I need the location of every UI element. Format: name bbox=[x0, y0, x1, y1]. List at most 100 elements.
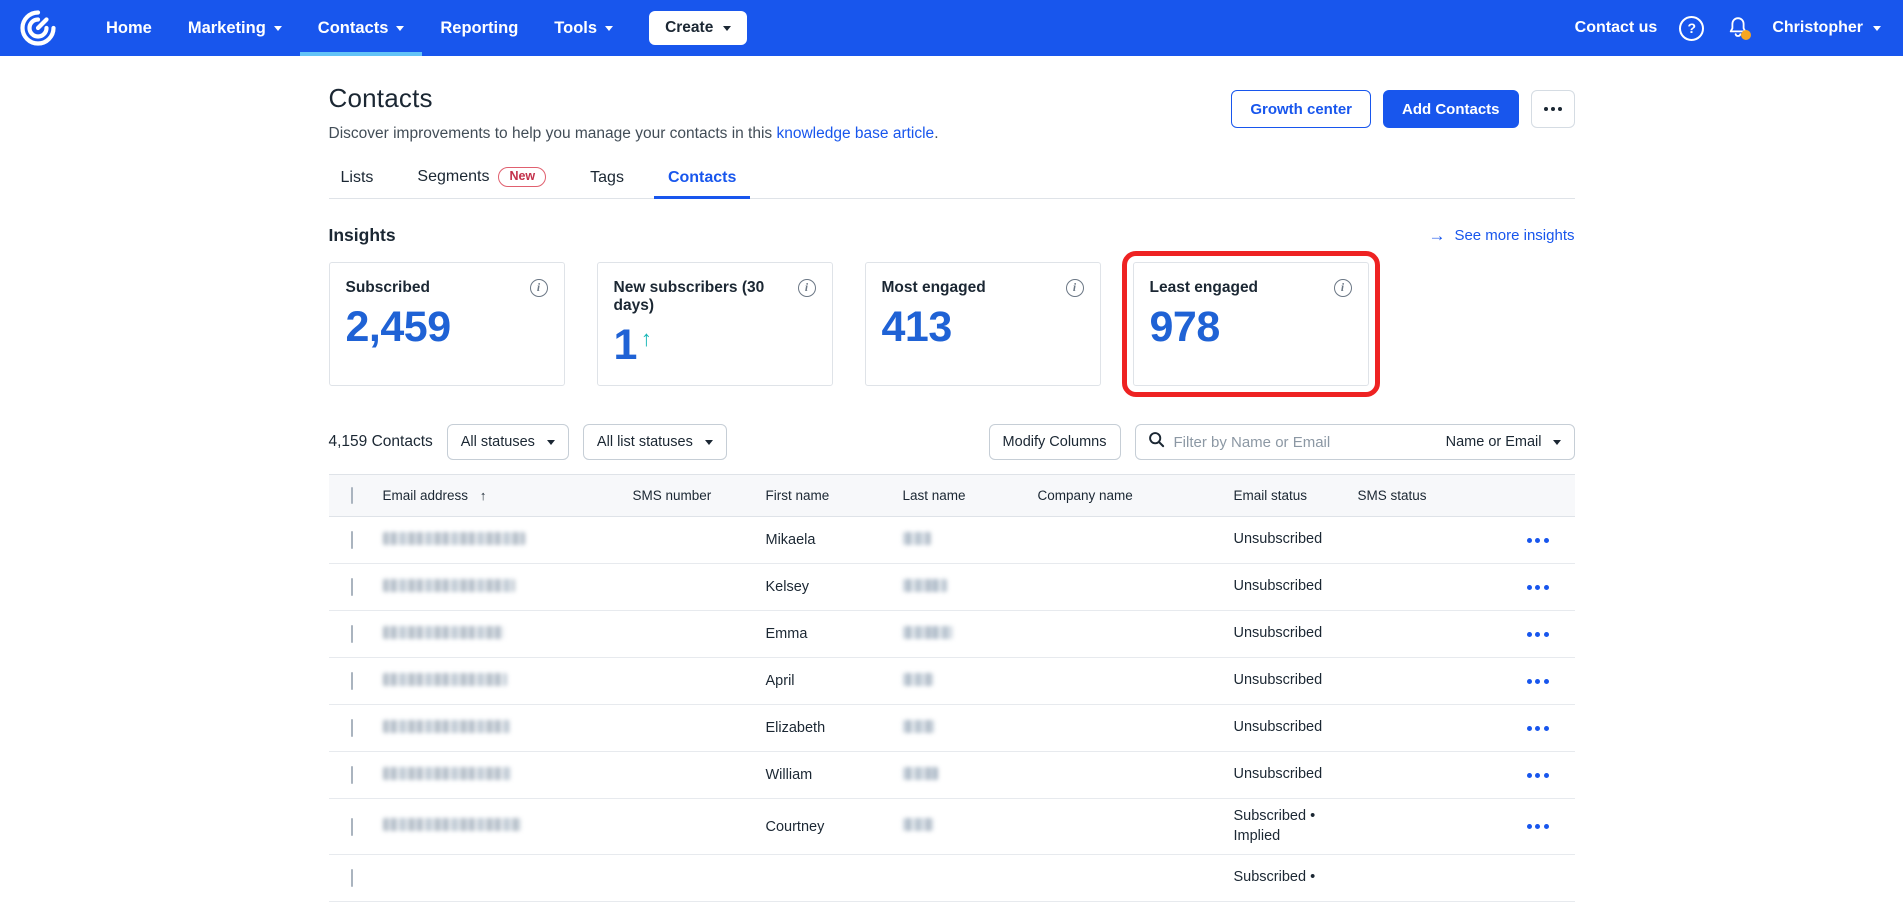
info-icon[interactable]: i bbox=[798, 279, 816, 297]
info-icon[interactable]: i bbox=[530, 279, 548, 297]
cell-first-name: William bbox=[766, 767, 903, 783]
column-header-label: Email address bbox=[383, 488, 469, 503]
user-menu[interactable]: Christopher bbox=[1772, 19, 1881, 37]
page-subtitle: Discover improvements to help you manage… bbox=[329, 125, 939, 143]
cell-row-actions bbox=[1488, 773, 1575, 778]
row-checkbox[interactable] bbox=[351, 672, 353, 690]
tab-label: Lists bbox=[341, 169, 374, 187]
row-select-cell bbox=[329, 579, 383, 595]
row-select-cell bbox=[329, 819, 383, 835]
cell-email-address bbox=[383, 673, 633, 690]
column-header-email-address[interactable]: Email address ↑ bbox=[383, 488, 633, 503]
ellipsis-icon bbox=[1544, 107, 1548, 111]
table-row[interactable]: MikaelaUnsubscribed bbox=[329, 517, 1575, 564]
nav-item-label: Marketing bbox=[188, 19, 266, 38]
content-container: Contacts Discover improvements to help y… bbox=[329, 56, 1575, 902]
more-actions-button[interactable] bbox=[1531, 90, 1575, 128]
bell-icon[interactable] bbox=[1726, 15, 1750, 41]
contact-us-link[interactable]: Contact us bbox=[1575, 19, 1658, 37]
insight-card-subscribed[interactable]: Subscribed i 2,459 bbox=[329, 262, 565, 386]
card-top: Most engaged i bbox=[882, 279, 1084, 297]
nav-item-home[interactable]: Home bbox=[88, 0, 170, 56]
see-more-insights-link[interactable]: → See more insights bbox=[1428, 227, 1574, 244]
select-all-checkbox[interactable] bbox=[351, 487, 353, 504]
row-actions-ellipsis-icon[interactable] bbox=[1527, 824, 1549, 829]
redacted-last-name-value bbox=[903, 720, 934, 733]
list-status-filter-dropdown[interactable]: All list statuses bbox=[583, 424, 727, 460]
add-contacts-button[interactable]: Add Contacts bbox=[1383, 90, 1519, 128]
column-header-email-status[interactable]: Email status bbox=[1234, 488, 1358, 503]
row-actions-ellipsis-icon[interactable] bbox=[1527, 679, 1549, 684]
cell-last-name bbox=[903, 626, 1038, 643]
table-row[interactable]: WilliamUnsubscribed bbox=[329, 752, 1575, 799]
column-header-last-name[interactable]: Last name bbox=[903, 488, 1038, 503]
cell-email-address bbox=[383, 626, 633, 643]
tab-tags[interactable]: Tags bbox=[576, 169, 638, 198]
nav-item-reporting[interactable]: Reporting bbox=[422, 0, 536, 56]
column-header-first-name[interactable]: First name bbox=[766, 488, 903, 503]
growth-center-button[interactable]: Growth center bbox=[1231, 90, 1371, 128]
knowledge-base-article-link[interactable]: knowledge base article bbox=[777, 125, 935, 142]
row-actions-ellipsis-icon[interactable] bbox=[1527, 726, 1549, 731]
info-icon[interactable]: i bbox=[1066, 279, 1084, 297]
search-field-wrapper[interactable]: Name or Email bbox=[1135, 424, 1575, 460]
chevron-down-icon bbox=[1553, 440, 1561, 445]
column-header-sms-status[interactable]: SMS status bbox=[1358, 488, 1488, 503]
constant-contact-logo-icon[interactable] bbox=[18, 8, 58, 48]
help-icon[interactable]: ? bbox=[1679, 16, 1704, 41]
status-filter-dropdown[interactable]: All statuses bbox=[447, 424, 569, 460]
redacted-email-value bbox=[383, 626, 504, 639]
tab-contacts[interactable]: Contacts bbox=[654, 169, 750, 198]
row-checkbox[interactable] bbox=[351, 719, 353, 737]
insight-card-label: Least engaged bbox=[1150, 279, 1259, 297]
redacted-last-name-value bbox=[903, 579, 947, 592]
nav-item-marketing[interactable]: Marketing bbox=[170, 0, 300, 56]
redacted-last-name-value bbox=[903, 767, 938, 780]
tab-segments[interactable]: Segments New bbox=[403, 167, 560, 199]
chevron-down-icon bbox=[396, 26, 404, 31]
create-button[interactable]: Create bbox=[649, 11, 747, 45]
list-status-filter-value: All list statuses bbox=[597, 434, 693, 450]
row-checkbox[interactable] bbox=[351, 578, 353, 596]
nav-item-tools[interactable]: Tools bbox=[536, 0, 631, 56]
row-checkbox[interactable] bbox=[351, 531, 353, 549]
table-row[interactable]: EmmaUnsubscribed bbox=[329, 611, 1575, 658]
status-filter-value: All statuses bbox=[461, 434, 535, 450]
chevron-down-icon bbox=[723, 26, 731, 31]
table-row[interactable]: CourtneySubscribed •Implied bbox=[329, 799, 1575, 855]
table-row[interactable]: KelseyUnsubscribed bbox=[329, 564, 1575, 611]
search-scope-dropdown[interactable]: Name or Email bbox=[1446, 434, 1561, 450]
insight-card-least-engaged[interactable]: Least engaged i 978 bbox=[1133, 262, 1369, 386]
info-icon[interactable]: i bbox=[1334, 279, 1352, 297]
table-row[interactable]: Subscribed • bbox=[329, 855, 1575, 902]
search-input[interactable] bbox=[1174, 434, 1437, 451]
cell-first-name: Courtney bbox=[766, 819, 903, 835]
row-checkbox[interactable] bbox=[351, 869, 353, 887]
nav-item-contacts[interactable]: Contacts bbox=[300, 0, 423, 56]
table-row[interactable]: AprilUnsubscribed bbox=[329, 658, 1575, 705]
row-checkbox[interactable] bbox=[351, 625, 353, 643]
row-actions-ellipsis-icon[interactable] bbox=[1527, 585, 1549, 590]
insight-card-new-subscribers[interactable]: New subscribers (30 days) i 1 ↑ bbox=[597, 262, 833, 386]
redacted-email-value bbox=[383, 818, 521, 831]
tab-lists[interactable]: Lists bbox=[327, 169, 388, 198]
table-row[interactable]: ElizabethUnsubscribed bbox=[329, 705, 1575, 752]
nav-item-label: Contacts bbox=[318, 19, 389, 38]
row-actions-ellipsis-icon[interactable] bbox=[1527, 632, 1549, 637]
page-body: Contacts Discover improvements to help y… bbox=[0, 56, 1903, 902]
table-header-row: Email address ↑ SMS number First name La… bbox=[329, 475, 1575, 517]
insights-title: Insights bbox=[329, 225, 396, 246]
cell-last-name bbox=[903, 532, 1038, 549]
column-header-company-name[interactable]: Company name bbox=[1038, 488, 1234, 503]
modify-columns-button[interactable]: Modify Columns bbox=[989, 424, 1121, 460]
column-header-sms-number[interactable]: SMS number bbox=[633, 488, 766, 503]
row-checkbox[interactable] bbox=[351, 818, 353, 836]
contact-count-label: 4,159 Contacts bbox=[329, 433, 433, 451]
row-actions-ellipsis-icon[interactable] bbox=[1527, 773, 1549, 778]
cell-row-actions bbox=[1488, 824, 1575, 829]
cell-last-name bbox=[903, 673, 1038, 690]
cell-email-address bbox=[383, 720, 633, 737]
row-checkbox[interactable] bbox=[351, 766, 353, 784]
row-actions-ellipsis-icon[interactable] bbox=[1527, 538, 1549, 543]
insight-card-most-engaged[interactable]: Most engaged i 413 bbox=[865, 262, 1101, 386]
